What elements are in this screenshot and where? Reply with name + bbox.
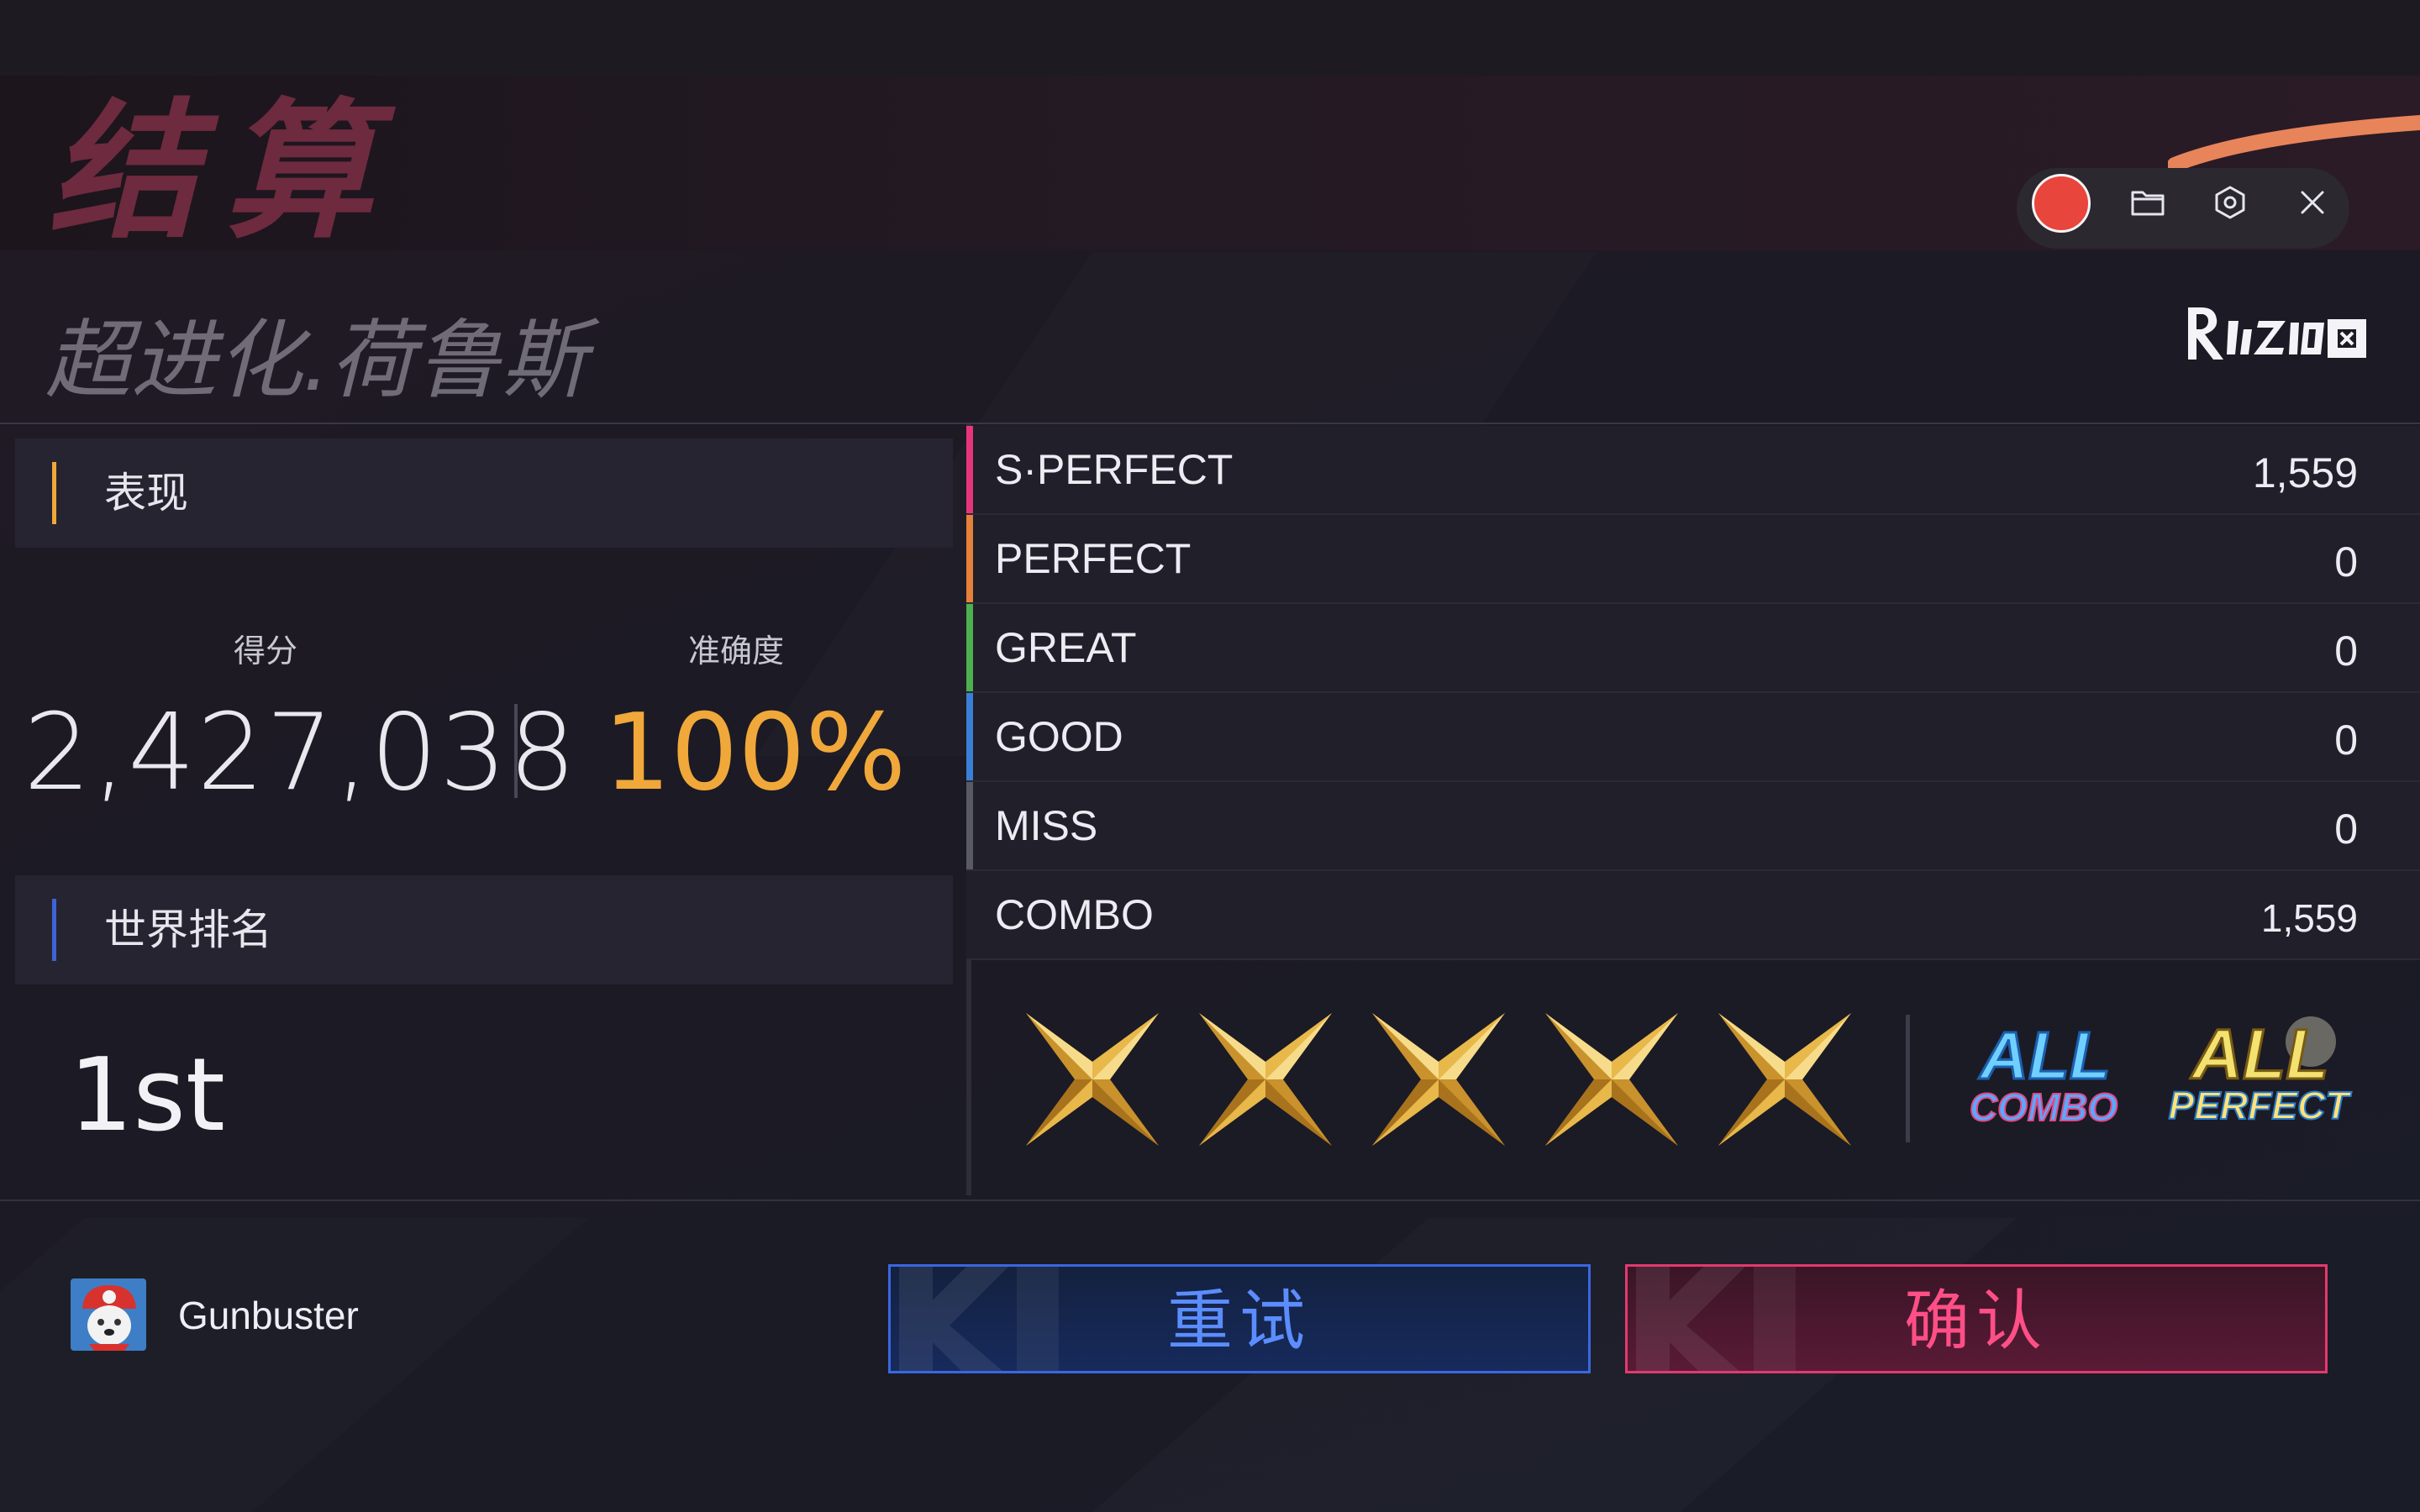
player-name: Gunbuster bbox=[178, 1294, 359, 1337]
score-separator bbox=[514, 704, 518, 798]
accuracy-label: 准确度 bbox=[687, 634, 784, 669]
judgement-name: S·PERFECT bbox=[995, 446, 1234, 493]
judgement-name: COMBO bbox=[995, 891, 1154, 938]
close-icon[interactable] bbox=[2294, 184, 2331, 221]
annotation-stroke bbox=[2168, 115, 2420, 172]
judgement-row-good: GOOD 0 bbox=[966, 693, 2420, 782]
svg-text:ALL: ALL bbox=[2190, 1015, 2328, 1094]
judgement-row-perfect: PERFECT 0 bbox=[966, 515, 2420, 604]
settings-icon[interactable] bbox=[2212, 184, 2249, 221]
world-rank-label: 世界排名 bbox=[104, 906, 272, 953]
confirm-button[interactable]: 确认 bbox=[1625, 1264, 2328, 1373]
performance-label: 表现 bbox=[104, 470, 188, 517]
svg-text:COMBO: COMBO bbox=[1970, 1085, 2118, 1129]
song-title: 超进化.荷鲁斯 bbox=[45, 311, 587, 411]
judgement-color-bar bbox=[966, 693, 973, 780]
world-rank-value: 1st bbox=[69, 1037, 225, 1154]
judgement-name: GOOD bbox=[995, 713, 1123, 760]
avatar-icon bbox=[71, 1278, 146, 1351]
brand-logo bbox=[2188, 307, 2366, 360]
world-rank-accent bbox=[52, 899, 56, 961]
judgement-count: 0 bbox=[2334, 627, 2358, 675]
star-icon bbox=[1545, 1013, 1678, 1146]
performance-header: 表现 bbox=[15, 438, 953, 548]
performance-accent bbox=[52, 462, 56, 524]
star-icon bbox=[1372, 1013, 1505, 1146]
judgement-name: PERFECT bbox=[995, 535, 1192, 582]
star-icon bbox=[1718, 1013, 1851, 1146]
retry-button[interactable]: 重试 bbox=[888, 1264, 1591, 1373]
star-icon bbox=[1026, 1013, 1159, 1146]
top-strip bbox=[0, 0, 2420, 76]
judgement-row-combo: COMBO 1,559 bbox=[966, 871, 2420, 960]
record-button[interactable] bbox=[2032, 174, 2091, 233]
judgement-color-bar bbox=[966, 426, 973, 513]
folder-icon[interactable] bbox=[2129, 184, 2166, 221]
judgement-color-bar bbox=[966, 515, 973, 602]
judgement-row-great: GREAT 0 bbox=[966, 604, 2420, 693]
judgement-name: GREAT bbox=[995, 624, 1137, 671]
page-title: 结算 bbox=[49, 85, 398, 259]
world-rank-header: 世界排名 bbox=[15, 875, 953, 984]
judgement-color-bar bbox=[966, 604, 973, 691]
top-divider bbox=[0, 423, 2420, 424]
all-combo-badge: ALL COMBO bbox=[1969, 1020, 2119, 1130]
judgement-row-sperfect: S·PERFECT 1,559 bbox=[966, 426, 2420, 515]
accuracy-value: 100% bbox=[603, 690, 907, 814]
star-icon bbox=[1199, 1013, 1332, 1146]
judgement-count: 0 bbox=[2334, 806, 2358, 853]
score-label: 得分 bbox=[233, 634, 297, 669]
badge-separator bbox=[1906, 1015, 1910, 1142]
svg-text:PERFECT: PERFECT bbox=[2169, 1084, 2353, 1127]
judgement-count: 1,559 bbox=[2252, 449, 2358, 496]
judgement-count: 1,559 bbox=[2260, 896, 2358, 940]
confirm-label: 确认 bbox=[1903, 1284, 2049, 1359]
svg-text:ALL: ALL bbox=[1978, 1020, 2111, 1093]
judgement-count: 0 bbox=[2334, 538, 2358, 585]
bottom-divider bbox=[0, 1200, 2420, 1201]
score-value: 2,427,038 bbox=[24, 690, 578, 814]
judgement-count: 0 bbox=[2334, 717, 2358, 764]
retry-label: 重试 bbox=[1166, 1284, 1312, 1359]
judgement-color-bar bbox=[966, 782, 973, 869]
judgement-name: MISS bbox=[995, 802, 1098, 849]
judgement-row-miss: MISS 0 bbox=[966, 782, 2420, 871]
all-perfect-badge: ALL PERFECT bbox=[2168, 1014, 2353, 1129]
